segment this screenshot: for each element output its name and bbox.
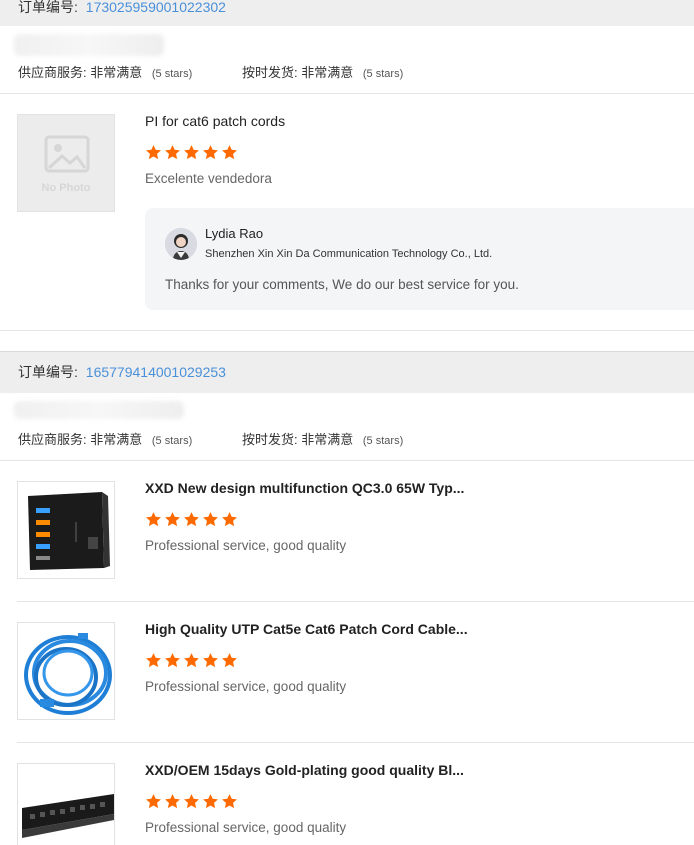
avatar xyxy=(165,228,197,260)
ontime-shipping-stars: (5 stars) xyxy=(362,435,404,447)
ontime-shipping-value: 非常满意 xyxy=(301,65,354,80)
review-comment: Professional service, good quality xyxy=(145,820,347,835)
redacted-buyer-name xyxy=(14,401,184,419)
product-thumbnail[interactable] xyxy=(17,622,115,720)
star-icon xyxy=(203,653,218,668)
patch-panel-image xyxy=(18,764,114,845)
star-rating xyxy=(145,144,240,162)
star-icon xyxy=(203,794,218,809)
ontime-shipping-label: 按时发货: xyxy=(242,65,298,80)
no-photo-text: No Photo xyxy=(42,182,91,194)
charger-image xyxy=(18,482,114,578)
star-rating xyxy=(145,793,240,811)
supplier-service-stars: (5 stars) xyxy=(151,68,193,80)
star-icon xyxy=(146,145,161,160)
divider xyxy=(0,460,694,461)
supplier-service-stars: (5 stars) xyxy=(151,435,193,447)
supplier-service-value: 非常满意 xyxy=(90,432,143,447)
star-icon xyxy=(146,653,161,668)
product-title[interactable]: High Quality UTP Cat5e Cat6 Patch Cord C… xyxy=(145,621,490,637)
product-thumbnail[interactable] xyxy=(17,481,115,579)
divider xyxy=(0,330,694,331)
star-icon xyxy=(146,794,161,809)
order-number-link[interactable]: 173025959001022302 xyxy=(86,0,226,15)
service-ratings: 供应商服务: 非常满意 (5 stars) 按时发货: 非常满意 (5 star… xyxy=(18,429,403,448)
star-icon xyxy=(184,653,199,668)
service-ratings: 供应商服务: 非常满意 (5 stars) 按时发货: 非常满意 (5 star… xyxy=(18,62,403,81)
star-icon xyxy=(184,794,199,809)
star-icon xyxy=(165,794,180,809)
redacted-buyer-name xyxy=(14,34,164,56)
review-comment: Professional service, good quality xyxy=(145,538,347,553)
supplier-service-value: 非常满意 xyxy=(90,65,143,80)
star-icon xyxy=(222,653,237,668)
star-icon xyxy=(222,145,237,160)
supplier-service-label: 供应商服务: xyxy=(18,65,87,80)
star-icon xyxy=(222,794,237,809)
product-title[interactable]: XXD New design multifunction QC3.0 65W T… xyxy=(145,480,490,496)
product-thumbnail[interactable] xyxy=(17,763,115,845)
reply-author-company: Shenzhen Xin Xin Da Communication Techno… xyxy=(205,248,493,260)
review-comment: Excelente vendedora xyxy=(145,171,272,186)
supplier-service-label: 供应商服务: xyxy=(18,432,87,447)
divider xyxy=(0,93,694,94)
order-number-link[interactable]: 165779414001029253 xyxy=(86,364,226,380)
star-icon xyxy=(222,512,237,527)
star-icon xyxy=(203,145,218,160)
star-rating xyxy=(145,652,240,670)
product-title[interactable]: PI for cat6 patch cords xyxy=(145,113,490,129)
star-icon xyxy=(184,512,199,527)
patch-cord-image xyxy=(18,623,114,719)
star-icon xyxy=(165,512,180,527)
reply-text: Thanks for your comments, We do our best… xyxy=(165,277,519,292)
ontime-shipping-value: 非常满意 xyxy=(301,432,354,447)
star-icon xyxy=(165,653,180,668)
divider xyxy=(17,601,694,602)
ontime-shipping-stars: (5 stars) xyxy=(362,68,404,80)
star-icon xyxy=(146,512,161,527)
reply-author-name: Lydia Rao xyxy=(205,226,264,241)
order-number-label: 订单编号: xyxy=(18,0,78,15)
ontime-shipping-label: 按时发货: xyxy=(242,432,298,447)
order-header: 订单编号: 165779414001029253 xyxy=(0,351,694,393)
star-icon xyxy=(184,145,199,160)
order-header: 订单编号: 173025959001022302 xyxy=(0,0,694,26)
product-thumbnail[interactable]: No Photo xyxy=(17,114,115,212)
no-photo-icon: No Photo xyxy=(42,135,91,194)
star-icon xyxy=(203,512,218,527)
star-rating xyxy=(145,511,240,529)
divider xyxy=(17,742,694,743)
star-icon xyxy=(165,145,180,160)
product-title[interactable]: XXD/OEM 15days Gold-plating good quality… xyxy=(145,762,490,778)
review-comment: Professional service, good quality xyxy=(145,679,347,694)
order-number-label: 订单编号: xyxy=(18,364,78,380)
seller-reply: Lydia Rao Shenzhen Xin Xin Da Communicat… xyxy=(145,208,694,310)
